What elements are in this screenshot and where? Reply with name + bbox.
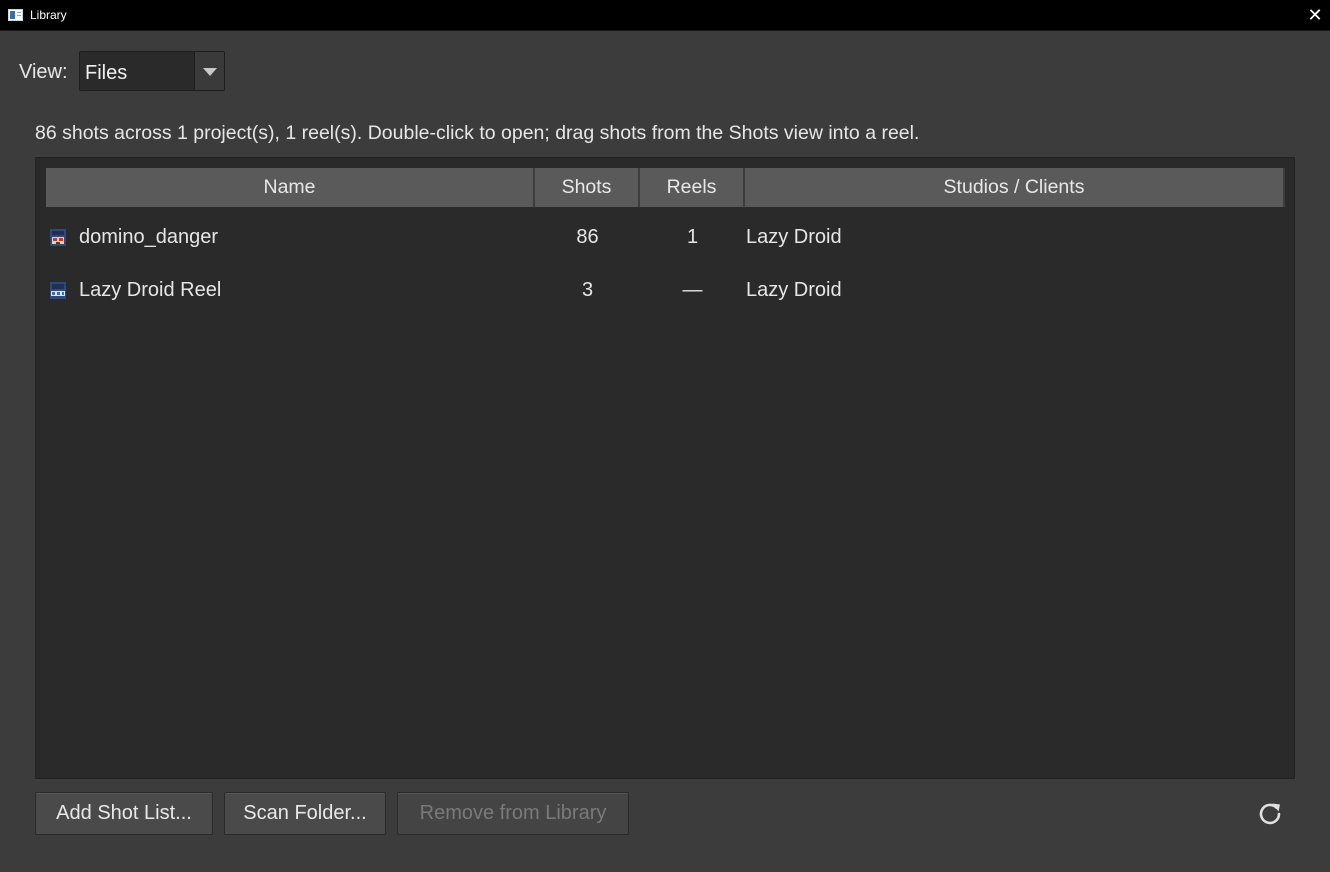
library-table[interactable]: Name Shots Reels Studios / Clients domin… <box>35 157 1295 779</box>
row-reels: — <box>682 279 703 301</box>
row-studios: Lazy Droid <box>746 226 842 248</box>
reel-icon <box>50 282 66 299</box>
column-header-shots[interactable]: Shots <box>535 168 640 207</box>
add-shot-list-button[interactable]: Add Shot List... <box>35 792 213 835</box>
window-title: Library <box>30 8 67 22</box>
column-header-studios[interactable]: Studios / Clients <box>745 168 1285 207</box>
table-row[interactable]: domino_danger 86 1 Lazy Droid <box>46 212 1285 262</box>
view-label: View: <box>19 61 68 83</box>
column-header-reels[interactable]: Reels <box>640 168 745 207</box>
scan-folder-button[interactable]: Scan Folder... <box>224 792 386 835</box>
chevron-down-icon <box>203 68 217 76</box>
remove-from-library-button[interactable]: Remove from Library <box>397 792 629 835</box>
view-dropdown-toggle[interactable] <box>194 52 224 90</box>
table-row[interactable]: Lazy Droid Reel 3 — Lazy Droid <box>46 265 1285 315</box>
project-icon <box>50 229 66 246</box>
library-summary: 86 shots across 1 project(s), 1 reel(s).… <box>35 122 920 144</box>
table-header: Name Shots Reels Studios / Clients <box>46 168 1285 207</box>
row-studios: Lazy Droid <box>746 279 842 301</box>
title-bar: Library ✕ <box>0 0 1330 31</box>
column-header-name[interactable]: Name <box>46 168 535 207</box>
view-dropdown-value: Files <box>85 62 128 84</box>
row-reels: 1 <box>686 226 699 248</box>
row-shots: 3 <box>581 279 594 301</box>
close-button[interactable]: ✕ <box>1300 0 1330 31</box>
row-shots: 86 <box>576 226 599 248</box>
library-app-icon <box>8 9 23 21</box>
row-name: Lazy Droid Reel <box>79 279 222 301</box>
refresh-icon[interactable] <box>1254 798 1286 830</box>
view-dropdown[interactable]: Files <box>79 51 225 91</box>
row-name: domino_danger <box>79 226 218 248</box>
